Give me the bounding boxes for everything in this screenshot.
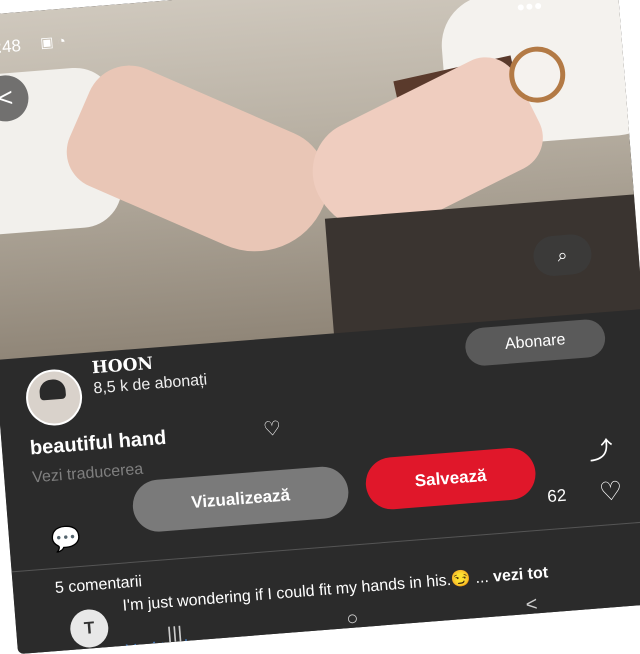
- recent-apps-button[interactable]: |||: [166, 623, 183, 647]
- see-all-link[interactable]: vezi tot: [492, 564, 548, 585]
- author-name[interactable]: HOON: [91, 354, 154, 379]
- like-heart-icon[interactable]: ♡: [598, 475, 624, 508]
- title-heart-icon: ♡: [262, 417, 283, 442]
- translate-link[interactable]: Vezi traducerea: [32, 461, 144, 488]
- photo-hand-left: [55, 51, 346, 275]
- status-icons: ▣ ◔: [39, 32, 67, 51]
- home-button[interactable]: ○: [346, 607, 360, 631]
- comments-count[interactable]: 5 comentarii: [54, 573, 142, 598]
- save-button[interactable]: Salvează: [363, 446, 538, 512]
- share-icon[interactable]: ⤴: [587, 430, 614, 467]
- subscribe-button[interactable]: Abonare: [463, 318, 607, 368]
- comment-icon[interactable]: 💬: [50, 524, 82, 555]
- phone-screen: 09:48 ▣ ◔ ••• < ⌕ HOON 8,5 k de abonați …: [0, 0, 640, 654]
- likes-count: 62: [546, 485, 567, 507]
- pin-image[interactable]: [0, 0, 640, 366]
- system-back-button[interactable]: <: [525, 593, 538, 617]
- view-button[interactable]: Vizualizează: [130, 464, 351, 534]
- more-options-icon[interactable]: •••: [516, 0, 544, 21]
- author-avatar[interactable]: [23, 367, 85, 428]
- pin-title: beautiful hand: [29, 426, 168, 460]
- status-time: 09:48: [0, 36, 22, 59]
